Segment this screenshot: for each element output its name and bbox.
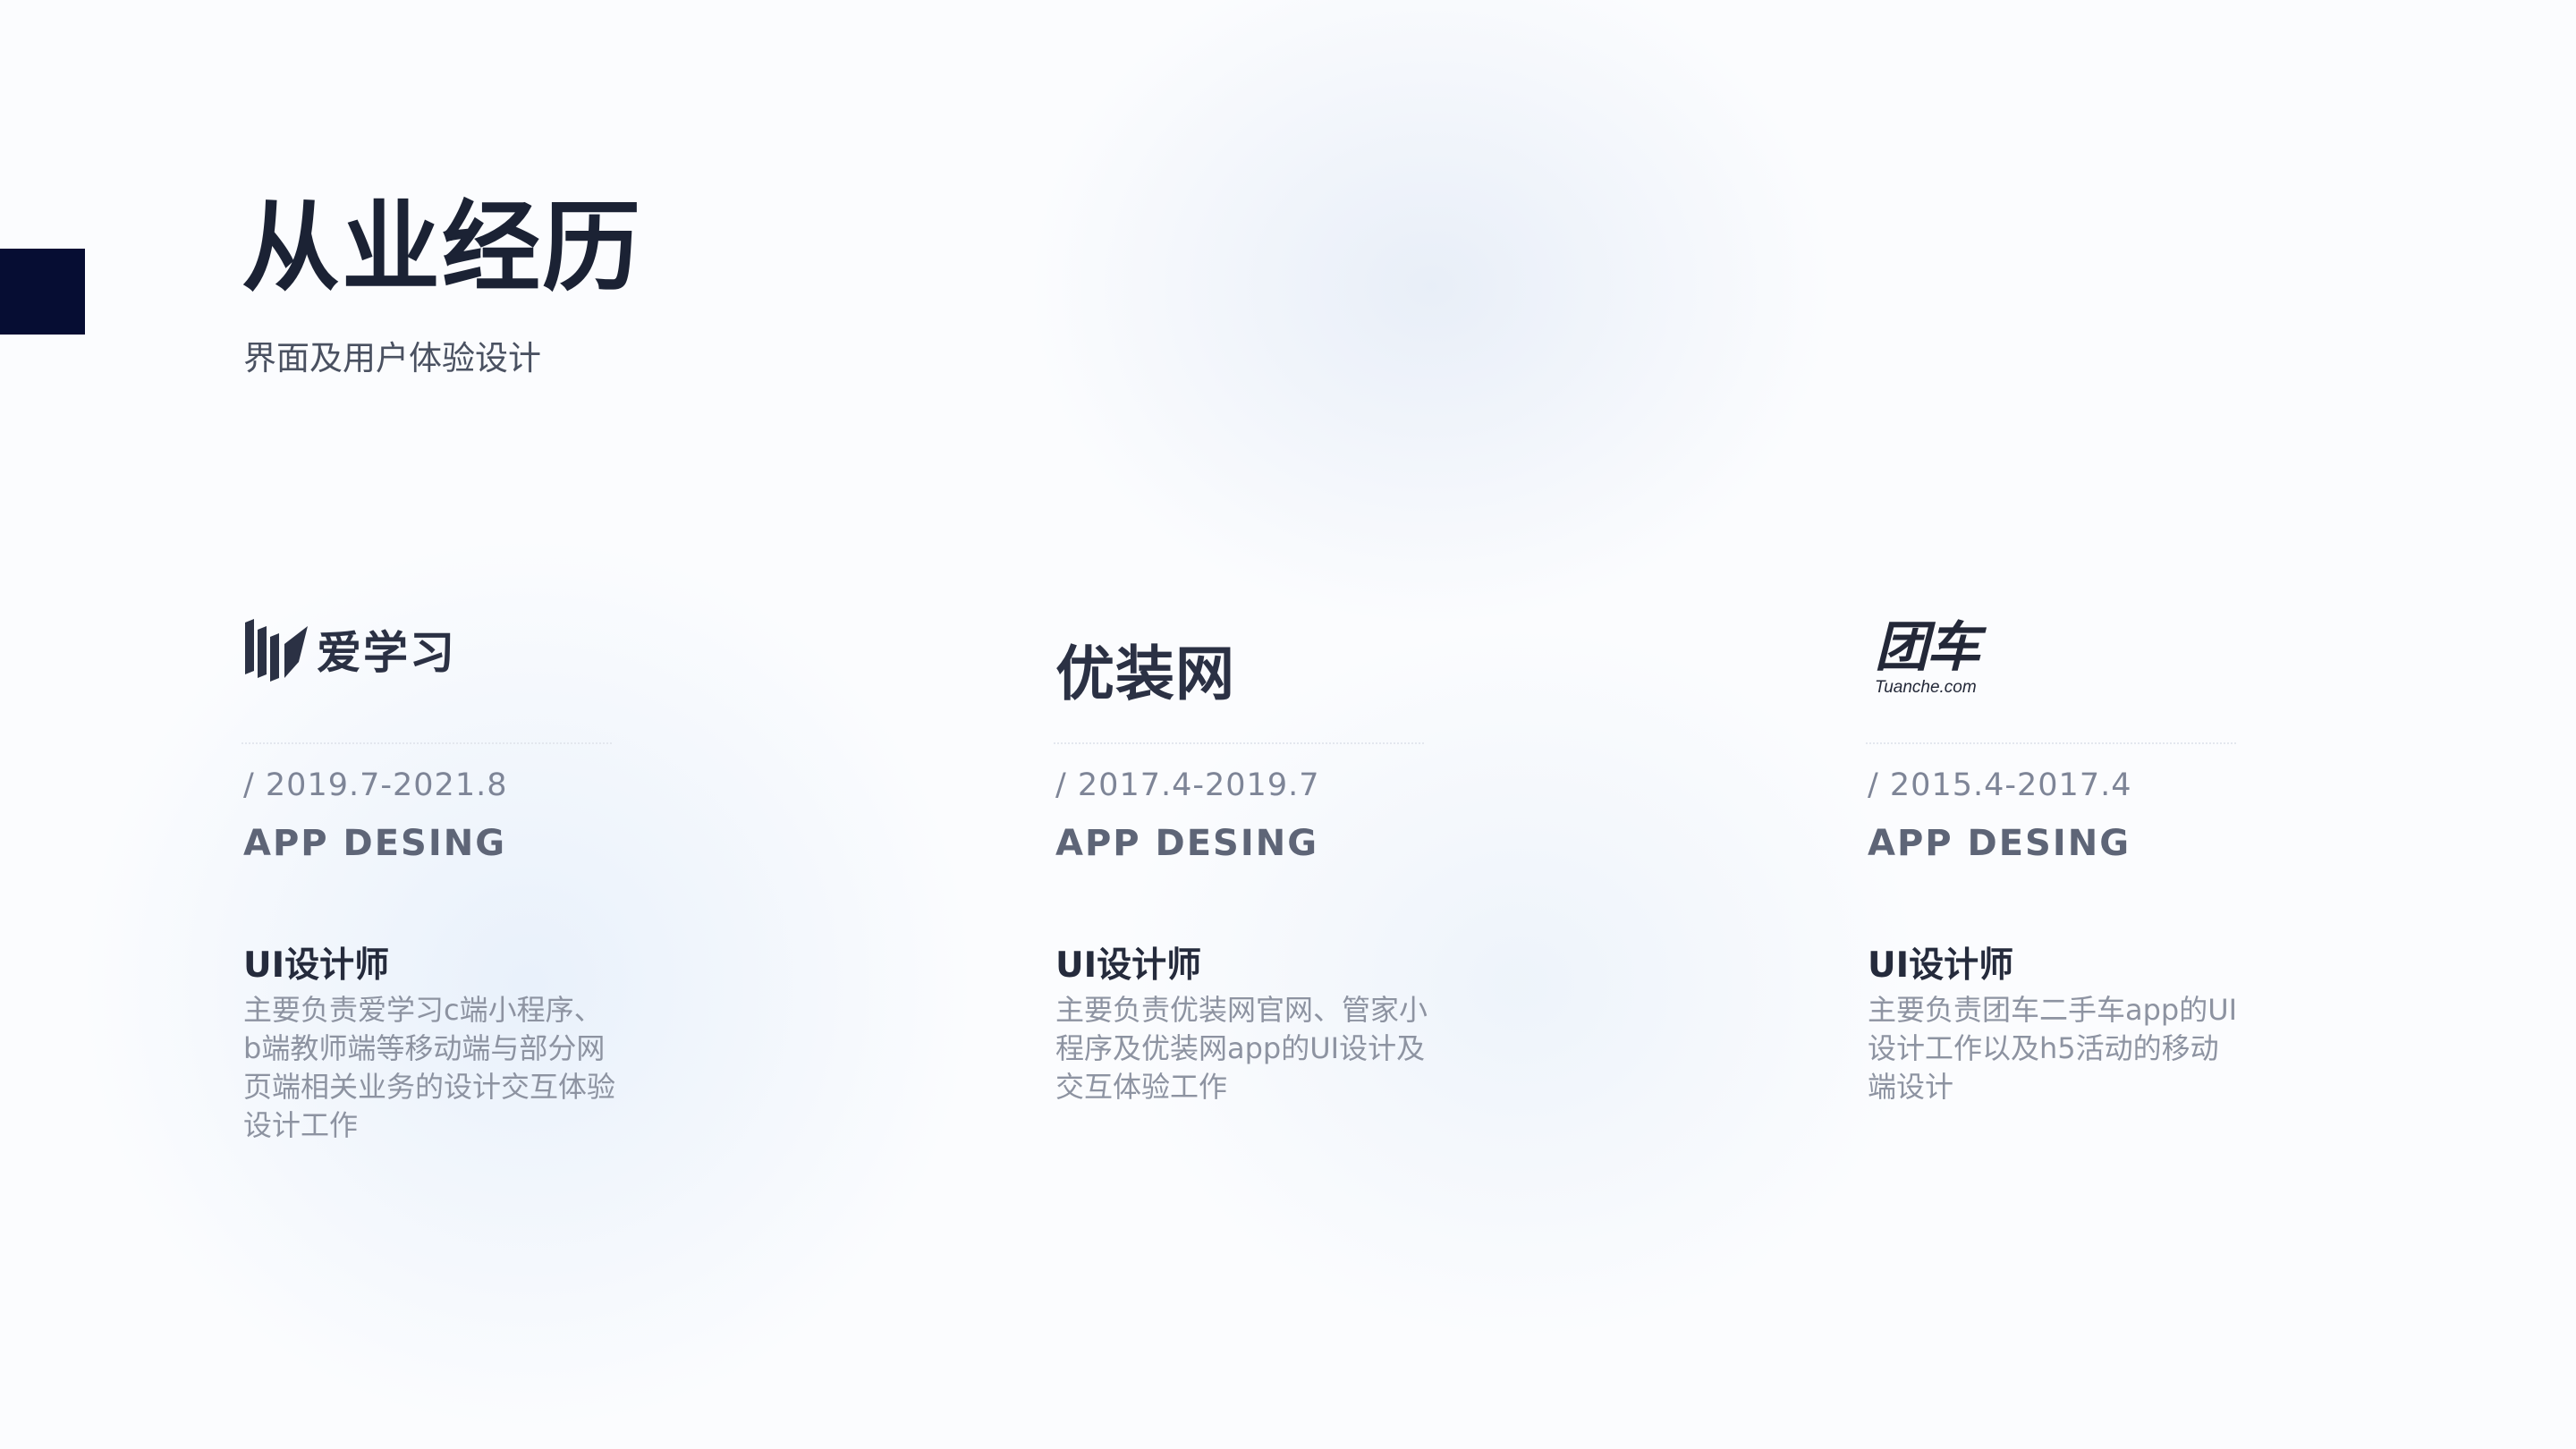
page-title: 从业经历	[242, 191, 642, 305]
job-role: UI设计师	[243, 945, 390, 986]
company-logo: 优装网	[1054, 608, 1474, 724]
job-description: 主要负责爱学习c端小程序、b端教师端等移动端与部分网页端相关业务的设计交互体验设…	[243, 993, 616, 1142]
company-logo: 爱学习	[242, 608, 662, 724]
job-description: 主要负责优装网官网、管家小程序及优装网app的UI设计及交互体验工作	[1055, 993, 1428, 1104]
company-name: 团车	[1875, 616, 1980, 679]
employment-period: / 2019.7-2021.8	[243, 767, 508, 803]
company-name: 爱学习	[317, 627, 456, 679]
company-name: 优装网	[1055, 640, 1235, 708]
aixuexi-logo-icon	[245, 619, 308, 682]
background-glow	[1118, 626, 1923, 1342]
job-description: 主要负责团车二手车app的UI设计工作以及h5活动的移动端设计	[1868, 993, 2238, 1104]
job-role: UI设计师	[1868, 945, 2014, 986]
employment-period: / 2015.4-2017.4	[1868, 767, 2132, 803]
accent-block	[0, 249, 85, 335]
job-category: APP DESING	[243, 823, 507, 864]
divider	[242, 742, 612, 744]
page-subtitle: 界面及用户体验设计	[243, 339, 541, 377]
background-glow	[1029, 0, 1834, 626]
experience-card-youzhuangwang: 优装网 / 2017.4-2019.7 APP DESING UI设计师 主要负…	[1054, 608, 1474, 1104]
company-domain: Tuanche.com	[1875, 678, 1977, 697]
job-category: APP DESING	[1868, 823, 2131, 864]
employment-period: / 2017.4-2019.7	[1055, 767, 1320, 803]
experience-card-aixuexi: 爱学习 / 2019.7-2021.8 APP DESING UI设计师 主要负…	[242, 608, 662, 1142]
divider	[1866, 742, 2236, 744]
job-category: APP DESING	[1055, 823, 1319, 864]
company-logo: 团车 Tuanche.com	[1866, 608, 2286, 724]
divider	[1054, 742, 1424, 744]
job-role: UI设计师	[1055, 945, 1202, 986]
experience-card-tuanche: 团车 Tuanche.com / 2015.4-2017.4 APP DESIN…	[1866, 608, 2286, 1104]
